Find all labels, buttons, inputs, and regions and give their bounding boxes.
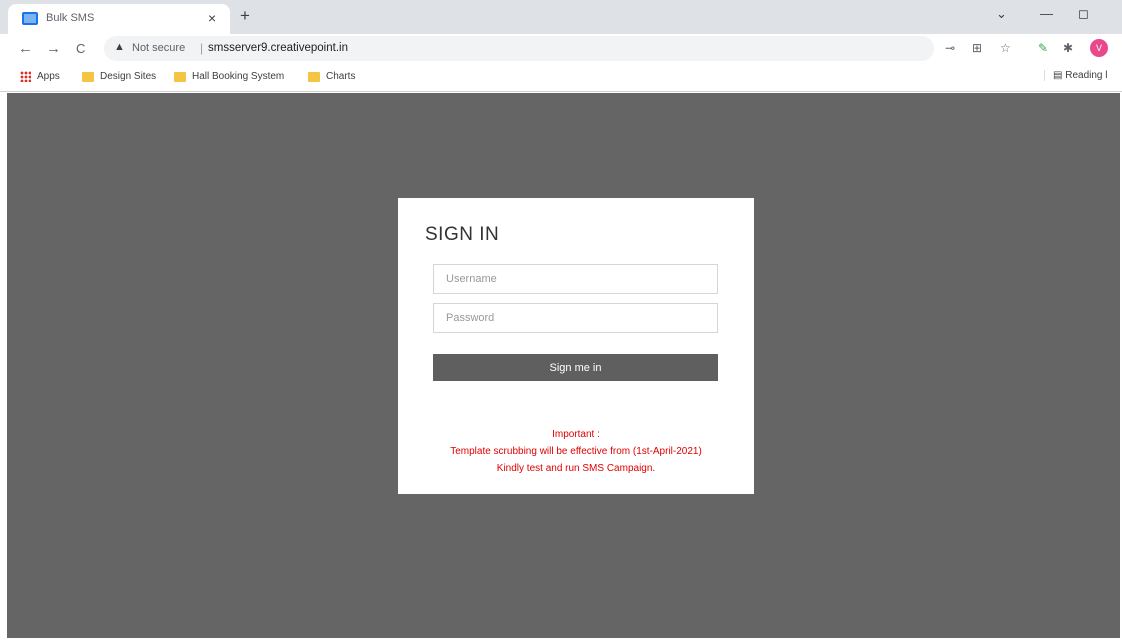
bookmark-charts[interactable]: Charts [308,71,355,82]
tab-strip: Bulk SMS × + ⌄ — ◻ [0,0,1122,34]
bookmarks-bar: Apps Design Sites Hall Booking System Ch… [0,64,1122,92]
forward-button[interactable]: → [46,40,61,57]
extension-icon[interactable]: ✎ [1038,41,1048,55]
folder-icon [308,71,320,82]
page-favicon-icon [22,12,38,25]
tab-search-icon[interactable]: ⌄ [996,6,1007,22]
back-button[interactable]: ← [18,40,33,57]
notice-line: Template scrubbing will be effective fro… [450,446,702,457]
bookmark-label: Design Sites [100,71,157,82]
signin-card: SIGN IN Sign me in Important : Template … [398,198,754,494]
maximize-button[interactable]: ◻ [1078,6,1089,22]
address-bar[interactable]: ▲ Not secure | smsserver9.creativepoint.… [104,36,934,61]
page-content: SIGN IN Sign me in Important : Template … [7,93,1120,638]
tab-close-button[interactable]: × [208,10,216,26]
bookmark-hall-booking-system[interactable]: Hall Booking System [174,71,284,82]
new-tab-button[interactable]: + [240,7,250,24]
star-icon[interactable]: ☆ [1000,41,1011,55]
folder-icon [82,71,94,82]
reading-list-icon: ▤ [1053,70,1066,81]
warning-icon: ▲ [114,41,125,53]
notice-line: Kindly test and run SMS Campaign. [496,463,656,474]
notice-heading: Important : [552,429,600,440]
security-label[interactable]: Not secure [132,42,185,54]
minimize-button[interactable]: — [1040,6,1053,21]
page-title: SIGN IN [425,224,500,245]
puzzle-icon[interactable]: ✱ [1063,41,1073,55]
important-notice: Important : Template scrubbing will be e… [398,426,754,477]
key-icon[interactable]: ⊸ [945,41,955,55]
username-input[interactable] [433,264,718,294]
bookmark-label: Apps [37,71,60,82]
url-text[interactable]: smsserver9.creativepoint.in [208,42,348,54]
reading-list-button[interactable]: ▤ Reading l [1044,70,1108,81]
browser-window: Bulk SMS × + ⌄ — ◻ ← → C ▲ Not secure | … [0,0,1122,642]
tab-bulk-sms[interactable]: Bulk SMS × [8,4,230,34]
reload-button[interactable]: C [76,41,85,56]
share-icon[interactable]: ⊞ [972,41,982,55]
bookmark-apps[interactable]: Apps [20,71,60,82]
bookmark-design-sites[interactable]: Design Sites [82,71,156,82]
tab-title: Bulk SMS [46,12,95,24]
folder-icon [174,71,186,82]
url-separator: | [200,41,204,55]
bookmark-label: Hall Booking System [192,71,285,82]
sign-in-button[interactable]: Sign me in [433,354,718,381]
bookmark-label: Charts [326,71,356,82]
profile-avatar[interactable]: V [1090,39,1108,57]
reading-list-label: Reading l [1065,70,1108,81]
apps-grid-icon [20,71,31,82]
password-input[interactable] [433,303,718,333]
browser-toolbar: ← → C ▲ Not secure | smsserver9.creative… [0,34,1122,64]
